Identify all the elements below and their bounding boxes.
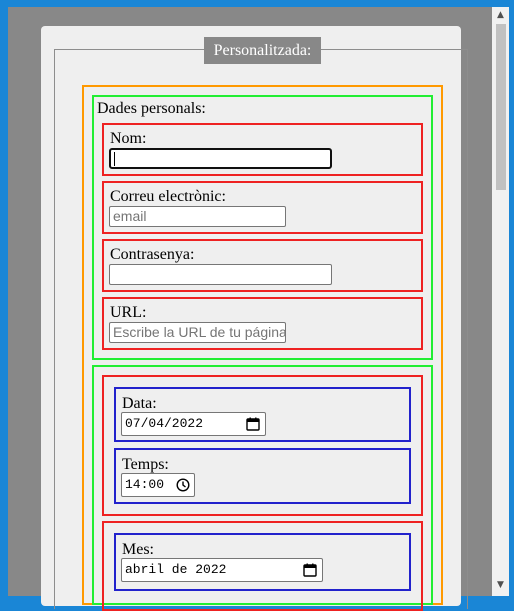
month-value: abril de 2022 — [125, 562, 227, 577]
url-input[interactable]: Escribe la URL de tu página — [109, 322, 286, 343]
url-label: URL: — [110, 304, 147, 321]
email-input[interactable]: email — [109, 206, 286, 227]
password-label: Contrasenya: — [110, 246, 195, 263]
scrollbar-thumb[interactable] — [496, 24, 506, 190]
scroll-down-icon[interactable]: ▼ — [494, 579, 507, 591]
month-input[interactable]: abril de 2022 — [121, 558, 323, 582]
name-input[interactable] — [109, 148, 332, 169]
email-label: Correu electrònic: — [110, 188, 226, 205]
calendar-icon[interactable] — [303, 563, 317, 577]
date-input[interactable]: 07/04/2022 — [121, 412, 266, 436]
personal-data-title: Dades personals: — [97, 100, 206, 117]
fieldset-legend: Personalitzada: — [204, 37, 321, 64]
name-label: Nom: — [110, 130, 147, 147]
password-input[interactable] — [109, 264, 332, 285]
date-label: Data: — [122, 395, 157, 412]
time-label: Temps: — [122, 456, 169, 473]
month-label: Mes: — [122, 541, 154, 558]
text-caret — [114, 152, 115, 166]
date-value: 07/04/2022 — [125, 416, 204, 431]
calendar-icon[interactable] — [246, 417, 260, 431]
time-input[interactable]: 14:00 — [121, 473, 195, 497]
clock-icon[interactable] — [176, 478, 190, 492]
time-value: 14:00 — [125, 477, 165, 492]
scroll-up-icon[interactable]: ▲ — [494, 9, 507, 21]
